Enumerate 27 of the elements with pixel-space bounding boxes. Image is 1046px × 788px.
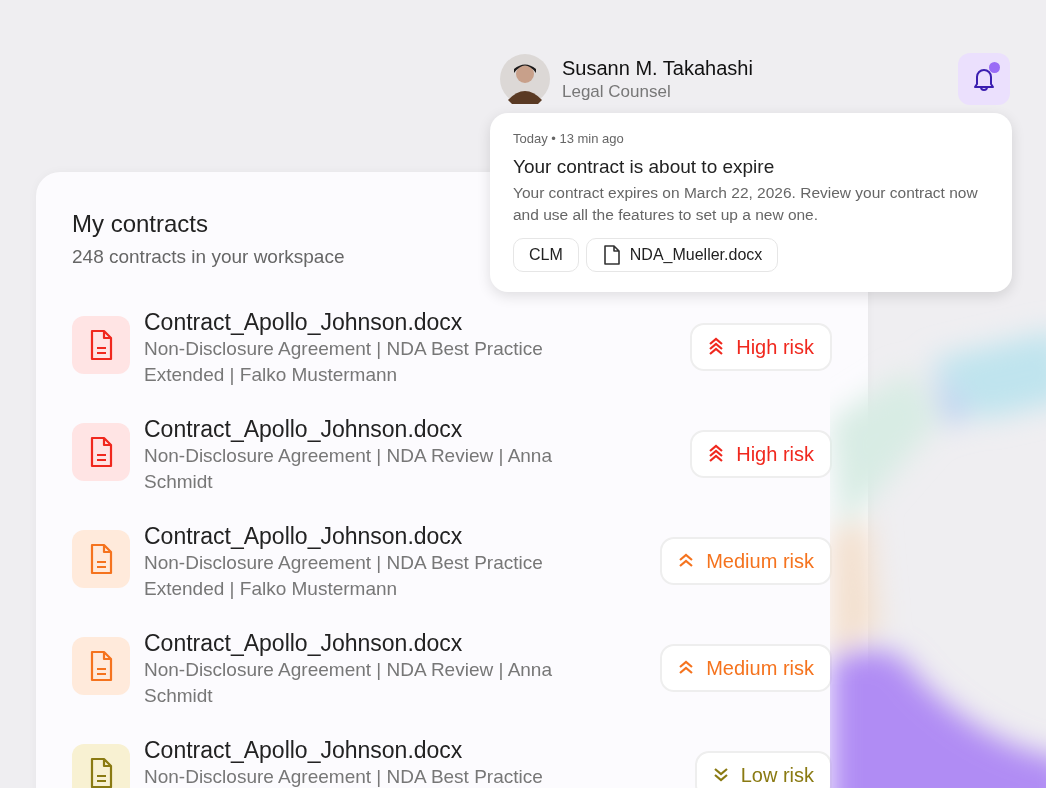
contract-name[interactable]: Contract_Apollo_Johnson.docx	[144, 522, 614, 550]
risk-badge: Medium risk	[660, 537, 832, 585]
contract-details: Non-Disclosure Agreement | NDA Review | Anna Schmidt	[144, 444, 553, 494]
card-title: My contracts	[72, 210, 209, 238]
user-role: Legal Counsel	[562, 81, 672, 102]
user-name: Susann M. Takahashi	[562, 56, 753, 80]
notification-time: Today • 13 min ago	[513, 131, 625, 146]
notification-message: Your contract expires on March 22, 2026. Review your contract now and use all the features to set up a new one.	[513, 183, 979, 225]
notification-title: Your contract is about to expire	[513, 156, 776, 178]
risk-badge: High risk	[690, 323, 832, 371]
contract-name[interactable]: Contract_Apollo_Johnson.docx	[144, 415, 614, 443]
contract-details: Non-Disclosure Agreement | NDA Best Practice Extended | Falko Mustermann	[144, 337, 544, 387]
avatar	[500, 54, 550, 104]
tag-chip[interactable]: CLM	[513, 238, 579, 272]
contract-details: Non-Disclosure Agreement | NDA Best Practice Extended | Falko Mustermann	[144, 551, 544, 601]
contract-details: Non-Disclosure Agreement | NDA Best Practice	[144, 765, 544, 788]
card-subtitle: 248 contracts in your workspace	[72, 246, 345, 268]
contract-name[interactable]: Contract_Apollo_Johnson.docx	[144, 736, 614, 764]
file-chip[interactable]: NDA_Mueller.docx	[585, 238, 779, 272]
document-icon	[601, 244, 622, 266]
risk-badge: Medium risk	[660, 644, 832, 692]
notification-button[interactable]	[958, 53, 1010, 105]
contract-name[interactable]: Contract_Apollo_Johnson.docx	[144, 629, 614, 657]
contract-name[interactable]: Contract_Apollo_Johnson.docx	[144, 308, 614, 336]
contract-details: Non-Disclosure Agreement | NDA Review | Anna Schmidt	[144, 658, 553, 708]
risk-badge: High risk	[690, 430, 832, 478]
risk-badge: Low risk	[694, 751, 832, 788]
